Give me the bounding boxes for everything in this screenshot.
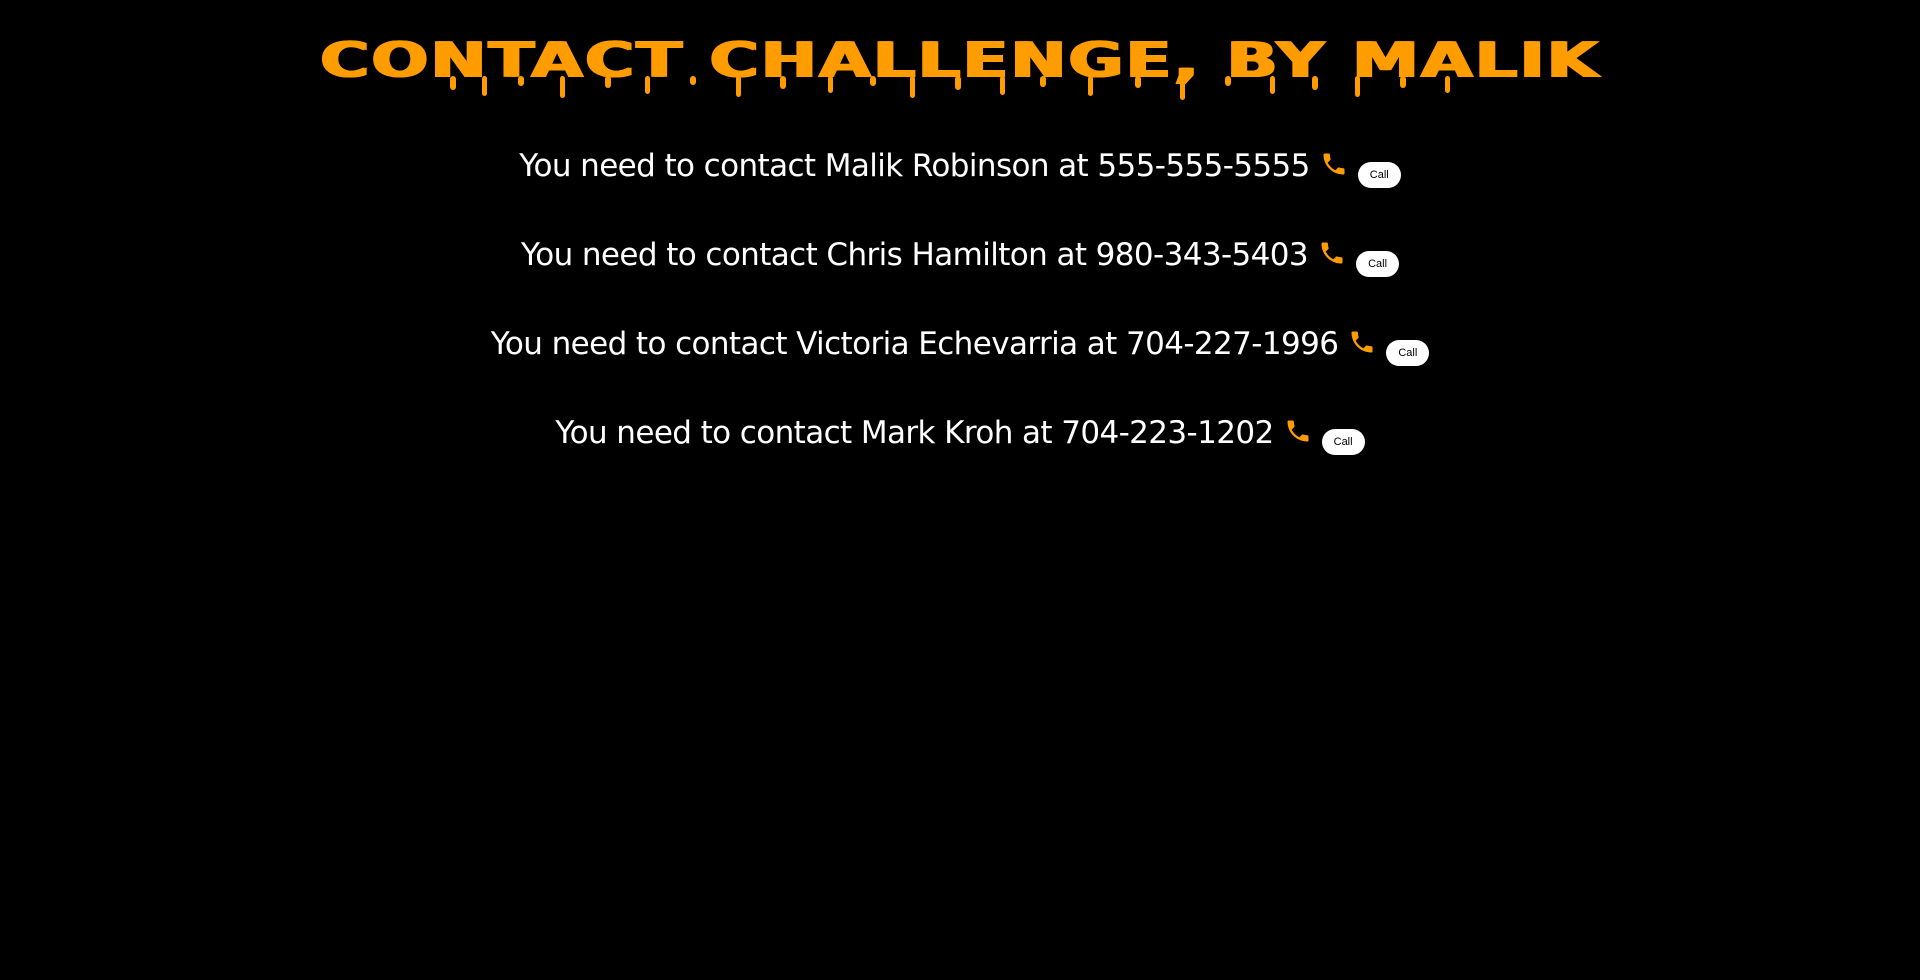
call-button[interactable]: Call: [1321, 429, 1365, 455]
contact-row: You need to contact Malik Robinson at 55…: [0, 142, 1920, 231]
contact-list: You need to contact Malik Robinson at 55…: [0, 142, 1920, 498]
contact-text: You need to contact Victoria Echevarria …: [490, 326, 1339, 362]
call-button[interactable]: Call: [1357, 162, 1401, 188]
phone-icon: [1287, 420, 1309, 442]
phone-icon: [1321, 242, 1343, 264]
page: Contact Challenge, By Malik: [0, 0, 1920, 980]
phone-icon: [1323, 153, 1345, 175]
call-button[interactable]: Call: [1386, 340, 1430, 366]
contact-text: You need to contact Mark Kroh at 704-223…: [555, 415, 1274, 451]
contact-text: You need to contact Malik Robinson at 55…: [519, 148, 1310, 184]
contact-row: You need to contact Mark Kroh at 704-223…: [0, 409, 1920, 498]
contact-row: You need to contact Victoria Echevarria …: [0, 320, 1920, 409]
contact-text: You need to contact Chris Hamilton at 98…: [520, 237, 1309, 273]
call-button[interactable]: Call: [1356, 251, 1400, 277]
phone-icon: [1351, 331, 1373, 353]
drip-decoration: [450, 76, 1450, 100]
contact-row: You need to contact Chris Hamilton at 98…: [0, 231, 1920, 320]
